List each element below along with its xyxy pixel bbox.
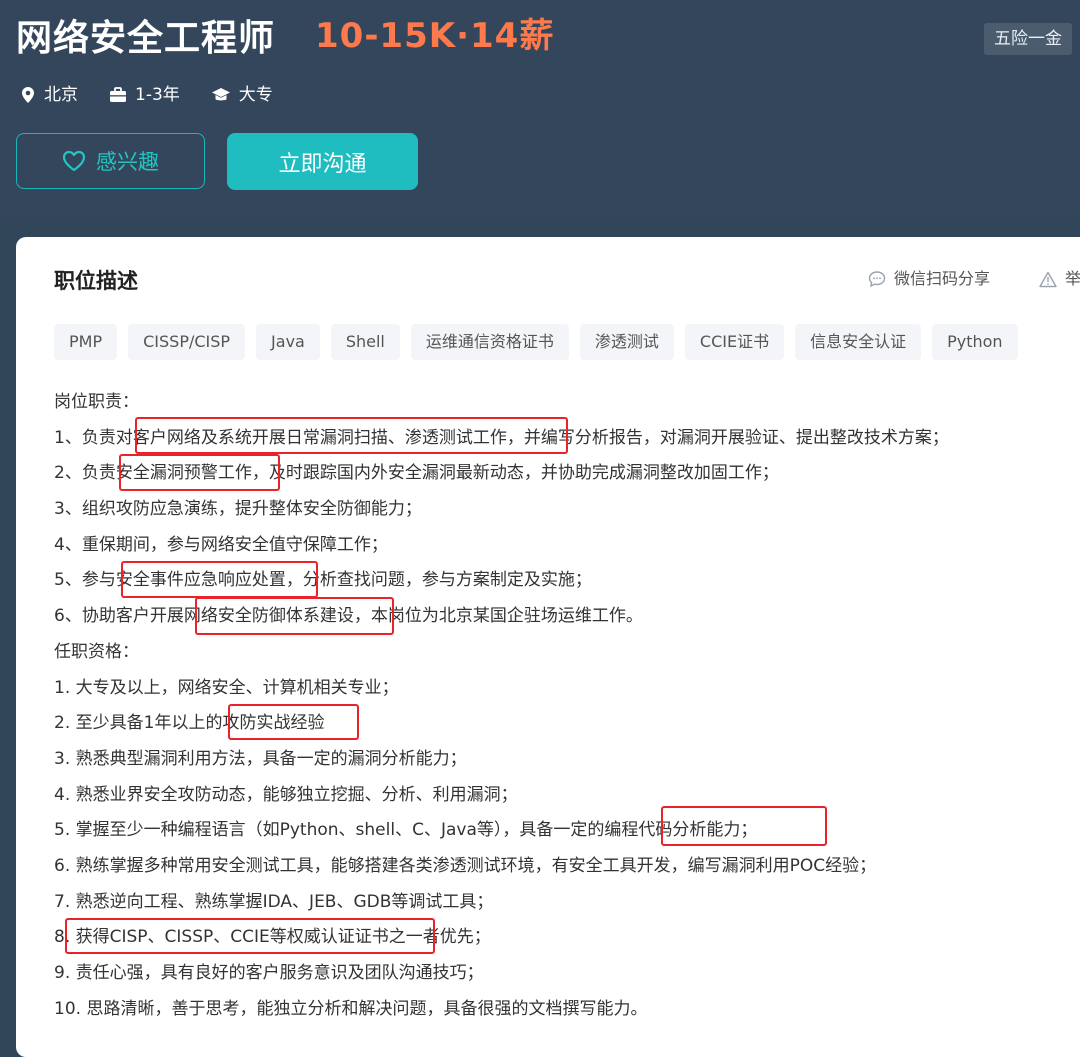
description-line: 1、负责对客户网络及系统开展日常漏洞扫描、渗透测试工作，并编写分析报告，对漏洞开… (54, 427, 949, 448)
graduation-cap-icon (211, 88, 230, 101)
skill-tag: Java (256, 324, 320, 360)
report-label: 举 (1065, 269, 1080, 288)
skill-tag: Shell (330, 324, 400, 360)
skill-tag: CCIE证书 (684, 324, 785, 360)
interest-button-label: 感兴趣 (96, 150, 159, 174)
report-link[interactable]: 举 (1039, 265, 1080, 293)
share-label: 微信扫码分享 (894, 269, 991, 288)
job-title: 网络安全工程师 (16, 18, 276, 59)
interest-button[interactable]: 感兴趣 (16, 133, 205, 189)
description-line: 4. 熟悉业界安全攻防动态，能够独立挖掘、分析、利用漏洞； (54, 784, 518, 805)
job-meta: 北京 1-3年 大专 (20, 80, 304, 110)
education-text: 大专 (238, 85, 273, 105)
description-heading: 任职资格： (54, 641, 139, 662)
section-title: 职位描述 (54, 269, 138, 293)
warning-icon (1039, 271, 1057, 287)
location-pin-icon (22, 87, 34, 103)
description-line: 8. 获得CISP、CISSP、CCIE等权威认证证书之一者优先； (54, 927, 491, 948)
experience: 1-3年 (109, 80, 180, 110)
skill-tag: Python (932, 324, 1018, 360)
education: 大专 (211, 80, 273, 110)
job-header: 网络安全工程师 10-15K·14薪 五险一金 北京 1-3年 大专 感兴趣 立… (0, 0, 1080, 216)
description-line: 3、组织攻防应急演练，提升整体安全防御能力； (54, 499, 422, 520)
description-line: 6、协助客户开展网络安全防御体系建设，本岗位为北京某国企驻场运维工作。 (54, 606, 643, 627)
skill-tags: PMP CISSP/CISP Java Shell 运维通信资格证书 渗透测试 … (54, 324, 1029, 360)
heart-icon (62, 150, 86, 172)
chat-now-button[interactable]: 立即沟通 (227, 133, 418, 190)
location-text: 北京 (44, 85, 78, 105)
skill-tag: PMP (54, 324, 118, 360)
description-line: 6. 熟练掌握多种常用安全测试工具，能够搭建各类渗透测试环境，有安全工具开发，编… (54, 855, 877, 876)
skill-tag: 信息安全认证 (795, 324, 922, 360)
wechat-share-link[interactable]: 微信扫码分享 (868, 265, 990, 293)
description-line: 7. 熟悉逆向工程、熟练掌握IDA、JEB、GDB等调试工具； (54, 891, 494, 912)
job-description: 岗位职责： 1、负责对客户网络及系统开展日常漏洞扫描、渗透测试工作，并编写分析报… (54, 385, 1080, 1027)
salary: 10-15K·14薪 (315, 16, 555, 56)
description-line: 2. 至少具备1年以上的攻防实战经验 (54, 713, 325, 734)
benefit-badge: 五险一金 (984, 23, 1072, 55)
description-line: 9. 责任心强，具有良好的客户服务意识及团队沟通技巧； (54, 963, 484, 983)
skill-tag: 运维通信资格证书 (410, 324, 569, 360)
description-heading: 岗位职责： (54, 392, 139, 412)
description-line: 5、参与安全事件应急响应处置，分析查找问题，参与方案制定及实施； (54, 570, 592, 591)
description-line: 1. 大专及以上，网络安全、计算机相关专业； (54, 677, 399, 698)
description-line: 4、重保期间，参与网络安全值守保障工作； (54, 534, 388, 555)
skill-tag: 渗透测试 (579, 324, 674, 360)
experience-text: 1-3年 (135, 85, 180, 105)
job-description-card: 职位描述 微信扫码分享 举 PMP CISSP/CISP Java Shell … (16, 237, 1080, 1057)
briefcase-icon (110, 87, 126, 102)
description-line: 3. 熟悉典型漏洞利用方法，具备一定的漏洞分析能力； (54, 748, 467, 769)
description-line: 5. 掌握至少一种编程语言（如Python、shell、C、Java等），具备一… (54, 820, 758, 841)
description-line: 2、负责安全漏洞预警工作，及时跟踪国内外安全漏洞最新动态，并协助完成漏洞整改加固… (54, 463, 779, 484)
location: 北京 (20, 80, 78, 110)
description-line: 10. 思路清晰，善于思考，能独立分析和解决问题，具备很强的文档撰写能力。 (54, 998, 648, 1019)
skill-tag: CISSP/CISP (128, 324, 246, 360)
chat-bubble-icon (868, 271, 886, 288)
